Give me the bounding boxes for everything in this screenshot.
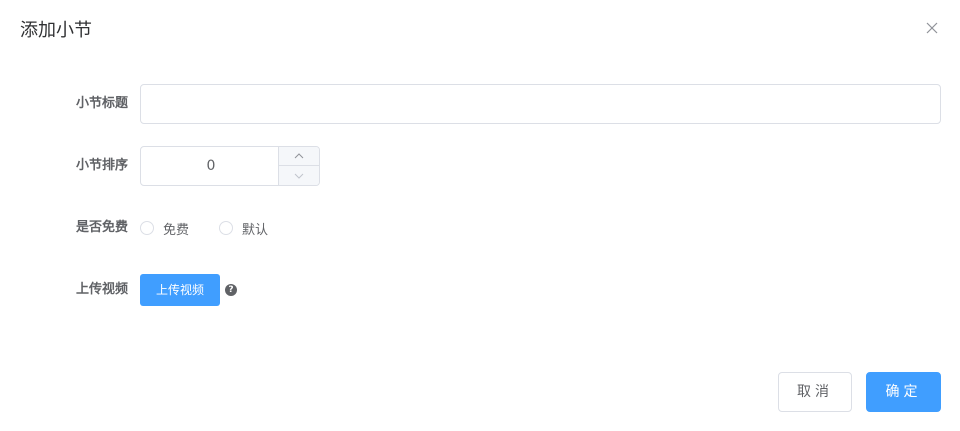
upload-video-button[interactable]: 上传视频 (140, 274, 220, 306)
sort-stepper[interactable]: 0 (140, 146, 320, 186)
add-section-dialog: 添加小节 小节标题 小节排序 0 是否免费 免费 默认 上传视频 上传视频 ? … (0, 0, 960, 431)
radio-free-label: 免费 (163, 222, 190, 238)
sort-label: 小节排序 (75, 158, 128, 173)
cancel-button[interactable]: 取消 (778, 372, 852, 412)
radio-circle-icon[interactable] (219, 221, 234, 235)
form-row-video: 上传视频 上传视频 ? (0, 270, 960, 310)
free-label: 是否免费 (75, 220, 128, 235)
title-label: 小节标题 (75, 96, 128, 111)
confirm-button[interactable]: 确定 (866, 372, 941, 412)
sort-stepper-value[interactable]: 0 (141, 147, 281, 185)
radio-circle-icon[interactable] (140, 221, 154, 235)
stepper-controls (278, 147, 319, 185)
chevron-down-icon[interactable] (279, 166, 319, 185)
form-row-title: 小节标题 (0, 84, 960, 124)
chevron-up-icon[interactable] (279, 147, 319, 166)
close-icon[interactable] (924, 20, 940, 36)
dialog-title: 添加小节 (20, 20, 92, 41)
form-row-sort: 小节排序 0 (0, 146, 960, 186)
radio-default-label: 默认 (242, 222, 269, 238)
section-title-input[interactable] (140, 84, 941, 124)
video-label: 上传视频 (75, 282, 128, 297)
radio-free[interactable]: 免费 (140, 219, 189, 238)
question-circle-icon[interactable]: ? (225, 284, 237, 296)
free-radio-group: 免费 默认 (140, 208, 298, 248)
radio-default[interactable]: 默认 (219, 219, 268, 238)
form-row-free: 是否免费 免费 默认 (0, 208, 960, 248)
